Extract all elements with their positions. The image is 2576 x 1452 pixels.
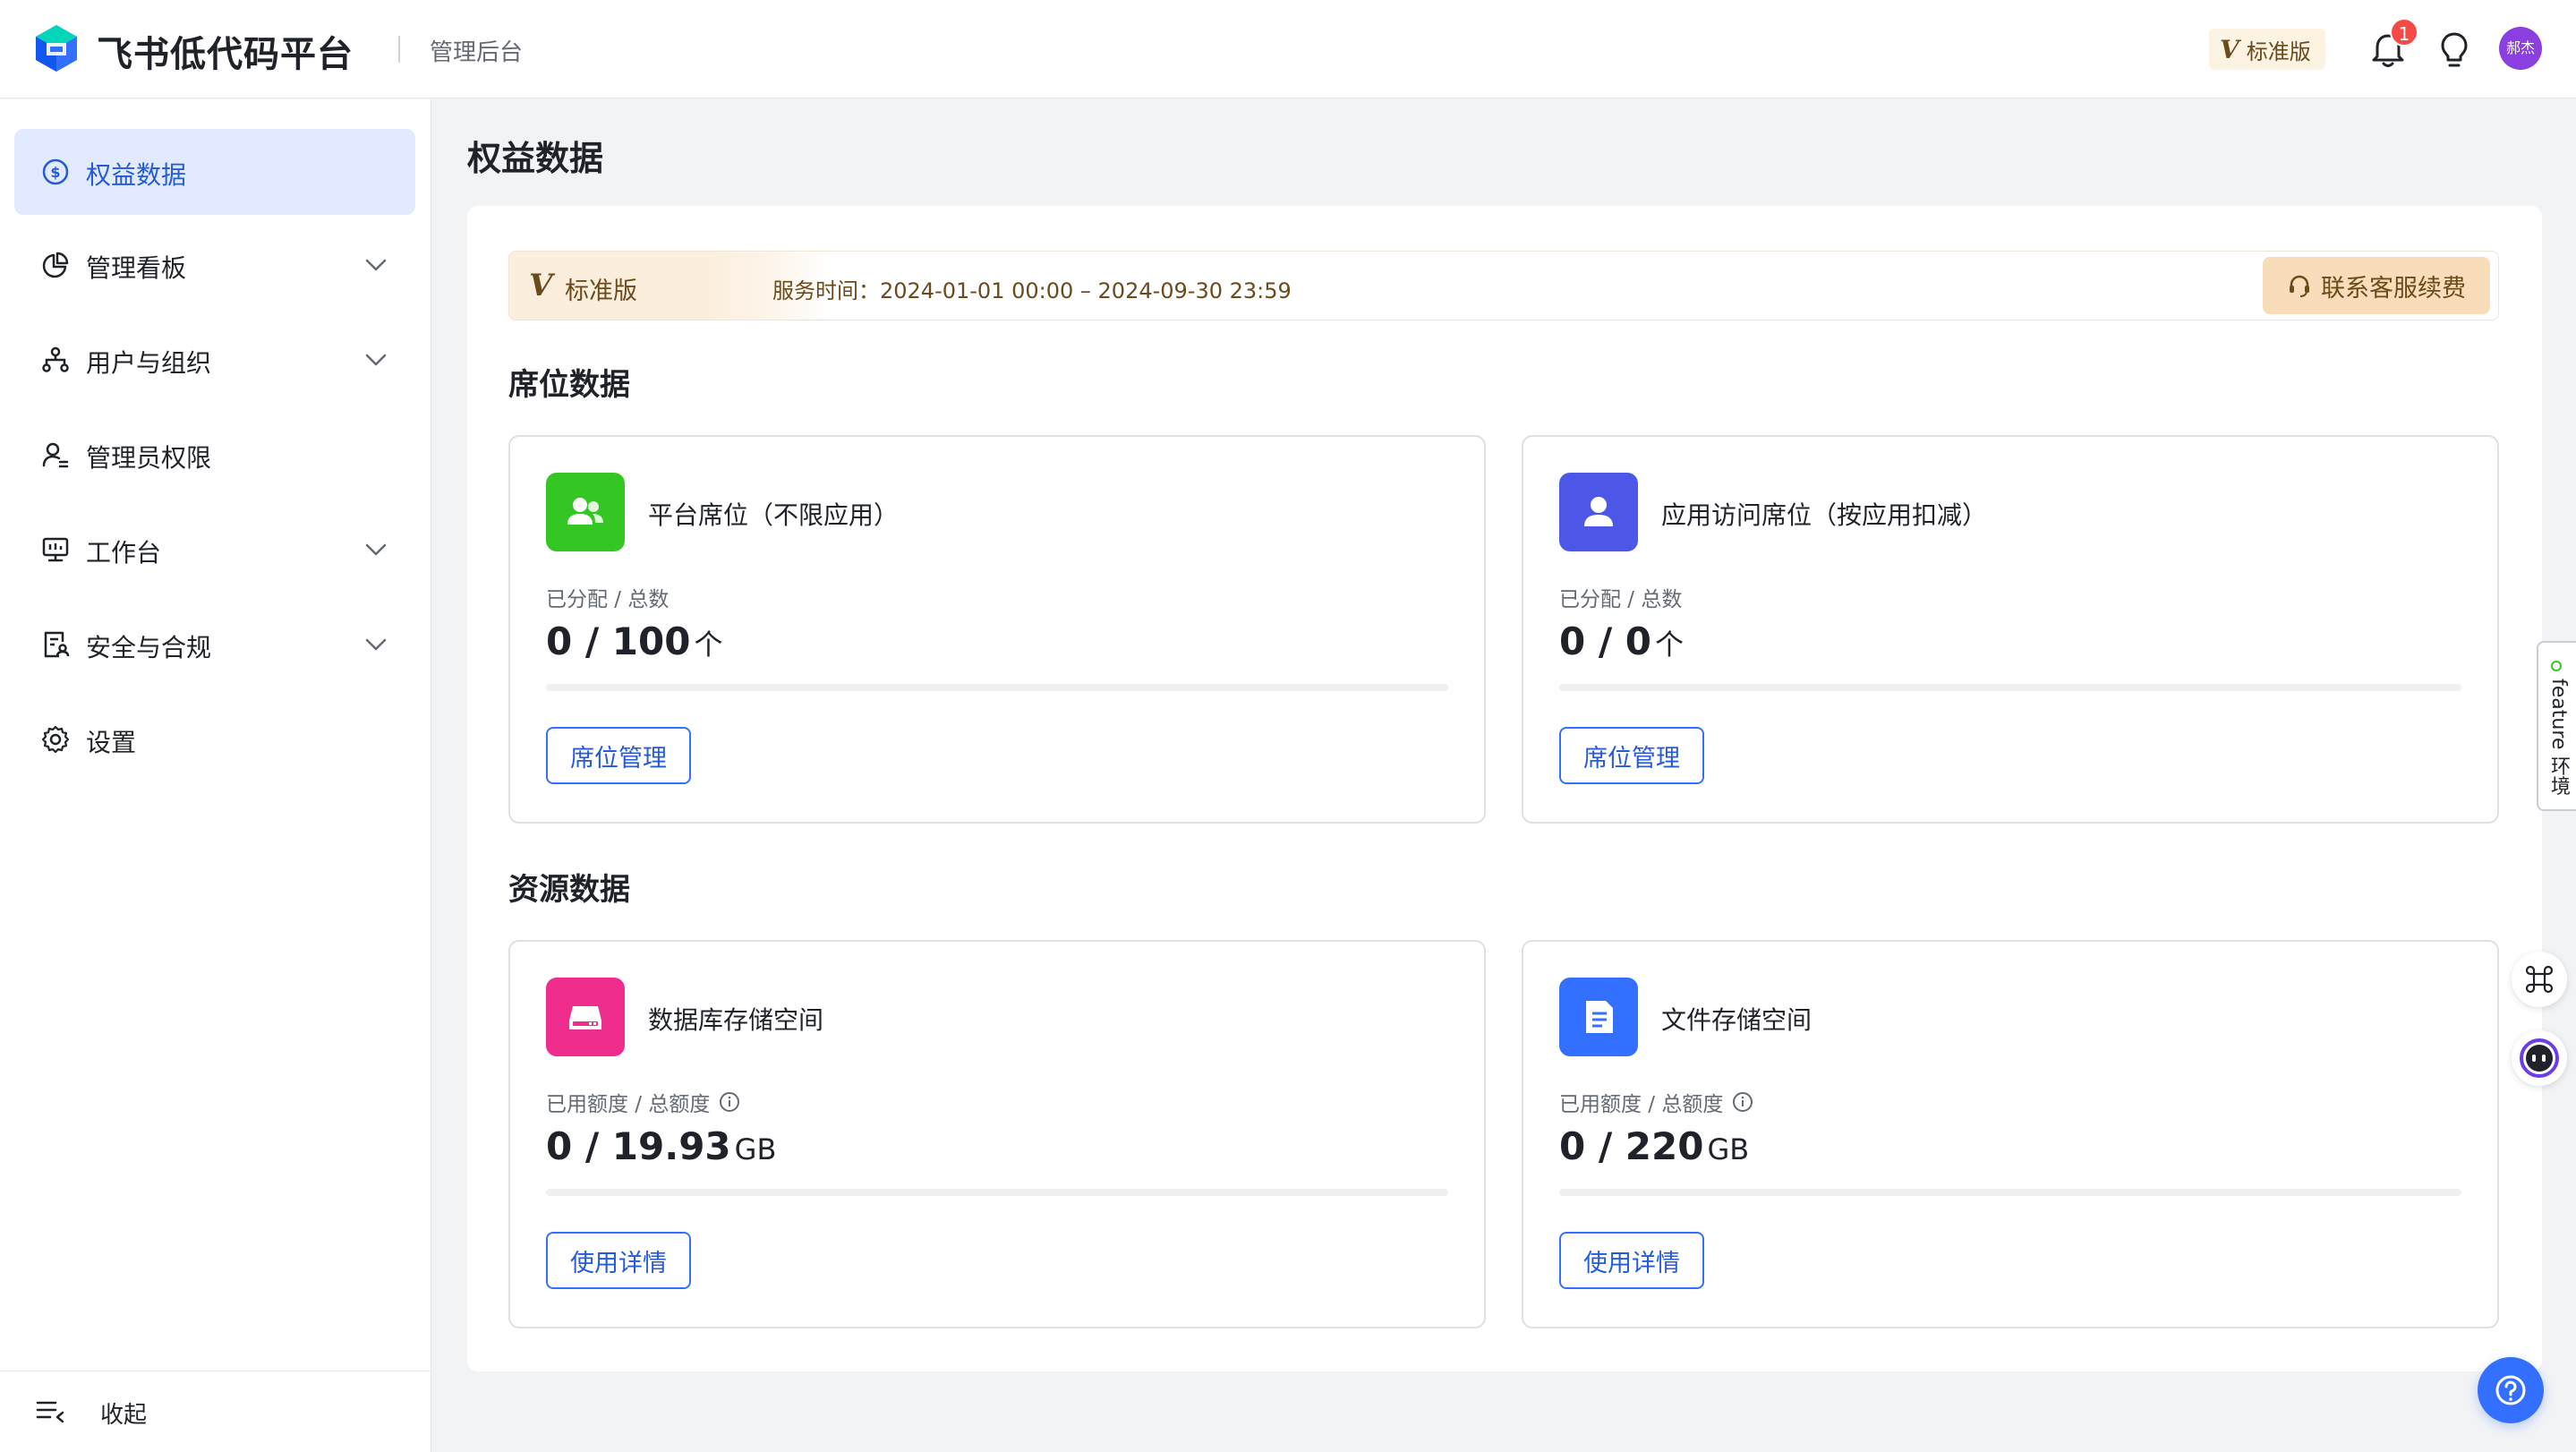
ai-assistant-icon xyxy=(2520,1038,2559,1078)
sidebar-item-label: 设置 xyxy=(86,728,137,757)
file-icon xyxy=(1559,978,1638,1056)
sidebar-item-label: 管理看板 xyxy=(86,253,187,283)
app-access-seat-card: 应用访问席位（按应用扣减） 已分配 / 总数 0 / 0个 席位管理 xyxy=(1522,435,2499,824)
chevron-down-icon xyxy=(365,354,387,366)
plan-banner: V 标准版 服务时间：2024-01-01 00:00 – 2024-09-30… xyxy=(508,251,2499,320)
seat-management-button[interactable]: 席位管理 xyxy=(1559,727,1704,784)
database-storage-card: 数据库存储空间 已用额度 / 总额度 0 / 19.93 GB 使用详情 xyxy=(508,940,1486,1328)
command-icon xyxy=(2525,965,2554,994)
metric-label: 已用额度 / 总额度 xyxy=(546,1087,740,1117)
database-icon xyxy=(546,978,625,1056)
collapse-menu-icon xyxy=(36,1401,64,1423)
chevron-down-icon xyxy=(365,638,387,651)
pie-chart-icon xyxy=(42,252,69,278)
org-tree-icon xyxy=(42,346,69,372)
user-avatar[interactable]: 郝杰 xyxy=(2499,27,2542,70)
help-icon xyxy=(2495,1375,2526,1405)
plan-label: 标准版 xyxy=(2246,38,2311,64)
usage-details-button[interactable]: 使用详情 xyxy=(546,1232,691,1289)
metric-value: 0 / 220 GB xyxy=(1559,1124,1750,1168)
sidebar-item-settings[interactable]: 设置 xyxy=(14,696,415,782)
banner-plan-label: 标准版 xyxy=(565,278,637,305)
card-title: 平台席位（不限应用） xyxy=(648,500,900,530)
header-divider xyxy=(398,36,400,63)
seat-management-button[interactable]: 席位管理 xyxy=(546,727,691,784)
gear-icon xyxy=(41,725,70,754)
info-icon[interactable] xyxy=(719,1091,740,1113)
user-icon xyxy=(1559,473,1638,551)
metric-value: 0 / 100 个 xyxy=(546,619,723,663)
plan-badge[interactable]: V 标准版 xyxy=(2209,29,2325,70)
users-icon xyxy=(546,473,625,551)
dollar-circle-icon: $ xyxy=(42,158,69,185)
renew-button-label: 联系客服续费 xyxy=(2321,274,2466,303)
seat-section-title: 席位数据 xyxy=(508,367,630,403)
card-title: 数据库存储空间 xyxy=(648,1005,824,1035)
sidebar-collapse-button[interactable]: 收起 xyxy=(0,1371,431,1452)
usage-progress-bar xyxy=(546,684,1448,691)
platform-seat-card: 平台席位（不限应用） 已分配 / 总数 0 / 100 个 席位管理 xyxy=(508,435,1486,824)
sidebar-item-benefit-data[interactable]: $ 权益数据 xyxy=(14,129,415,215)
usage-details-button[interactable]: 使用详情 xyxy=(1559,1232,1704,1289)
sidebar-item-label: 用户与组织 xyxy=(86,348,212,378)
chevron-down-icon xyxy=(365,259,387,271)
collapse-label: 收起 xyxy=(100,1402,148,1429)
help-button[interactable] xyxy=(2478,1357,2544,1423)
sidebar-item-dashboard[interactable]: 管理看板 xyxy=(14,222,415,308)
brand-name[interactable]: 飞书低代码平台 xyxy=(97,25,354,77)
metric-label: 已用额度 / 总额度 xyxy=(1559,1087,1753,1117)
monitor-icon xyxy=(42,537,69,562)
metric-label: 已分配 / 总数 xyxy=(546,588,670,611)
sidebar: $ 权益数据 管理看板 用户与组织 管理员权限 工作台 安全与合规 设置 收起 xyxy=(0,99,431,1452)
usage-progress-bar xyxy=(1559,1189,2461,1196)
lightbulb-icon[interactable] xyxy=(2436,30,2472,70)
sidebar-item-users-org[interactable]: 用户与组织 xyxy=(14,317,415,403)
ai-assistant-button[interactable] xyxy=(2512,1030,2567,1086)
usage-progress-bar xyxy=(1559,684,2461,691)
banner-v-mark: V xyxy=(529,268,553,303)
sidebar-item-admin-permissions[interactable]: 管理员权限 xyxy=(14,412,415,498)
card-title: 应用访问席位（按应用扣减） xyxy=(1661,500,1988,530)
metric-value: 0 / 19.93 GB xyxy=(546,1124,777,1168)
service-time: 服务时间：2024-01-01 00:00 – 2024-09-30 23:59 xyxy=(772,278,1292,303)
feature-env-label: feature 环境 xyxy=(2547,679,2570,796)
sidebar-item-security-compliance[interactable]: 安全与合规 xyxy=(14,602,415,688)
contact-renew-button[interactable]: 联系客服续费 xyxy=(2263,257,2490,314)
top-header: 飞书低代码平台 管理后台 V 标准版 1 郝杰 xyxy=(0,0,2576,98)
svg-text:$: $ xyxy=(50,164,60,181)
sidebar-item-label: 权益数据 xyxy=(86,160,187,190)
header-subtitle: 管理后台 xyxy=(430,39,524,66)
metric-value: 0 / 0个 xyxy=(1559,619,1685,663)
info-icon[interactable] xyxy=(1732,1091,1753,1113)
usage-progress-bar xyxy=(546,1189,1448,1196)
command-shortcut-button[interactable] xyxy=(2512,952,2567,1007)
headset-icon xyxy=(2290,275,2309,297)
resource-section-title: 资源数据 xyxy=(508,872,630,908)
feature-env-tab[interactable]: feature 环境 xyxy=(2537,641,2576,811)
status-dot xyxy=(2551,661,2562,671)
sidebar-item-workbench[interactable]: 工作台 xyxy=(14,507,415,593)
sidebar-item-label: 安全与合规 xyxy=(86,633,212,662)
feishu-logo-icon[interactable] xyxy=(32,23,81,73)
card-title: 文件存储空间 xyxy=(1661,1005,1813,1035)
admin-user-icon xyxy=(42,442,69,468)
plan-v-mark: V xyxy=(2220,34,2239,64)
page-title: 权益数据 xyxy=(467,139,604,178)
metric-label: 已分配 / 总数 xyxy=(1559,588,1683,611)
chevron-down-icon xyxy=(365,543,387,556)
notification-count-badge: 1 xyxy=(2390,18,2418,47)
file-storage-card: 文件存储空间 已用额度 / 总额度 0 / 220 GB 使用详情 xyxy=(1522,940,2499,1328)
security-doc-icon xyxy=(44,631,70,658)
sidebar-item-label: 管理员权限 xyxy=(86,443,212,473)
sidebar-item-label: 工作台 xyxy=(86,538,162,568)
